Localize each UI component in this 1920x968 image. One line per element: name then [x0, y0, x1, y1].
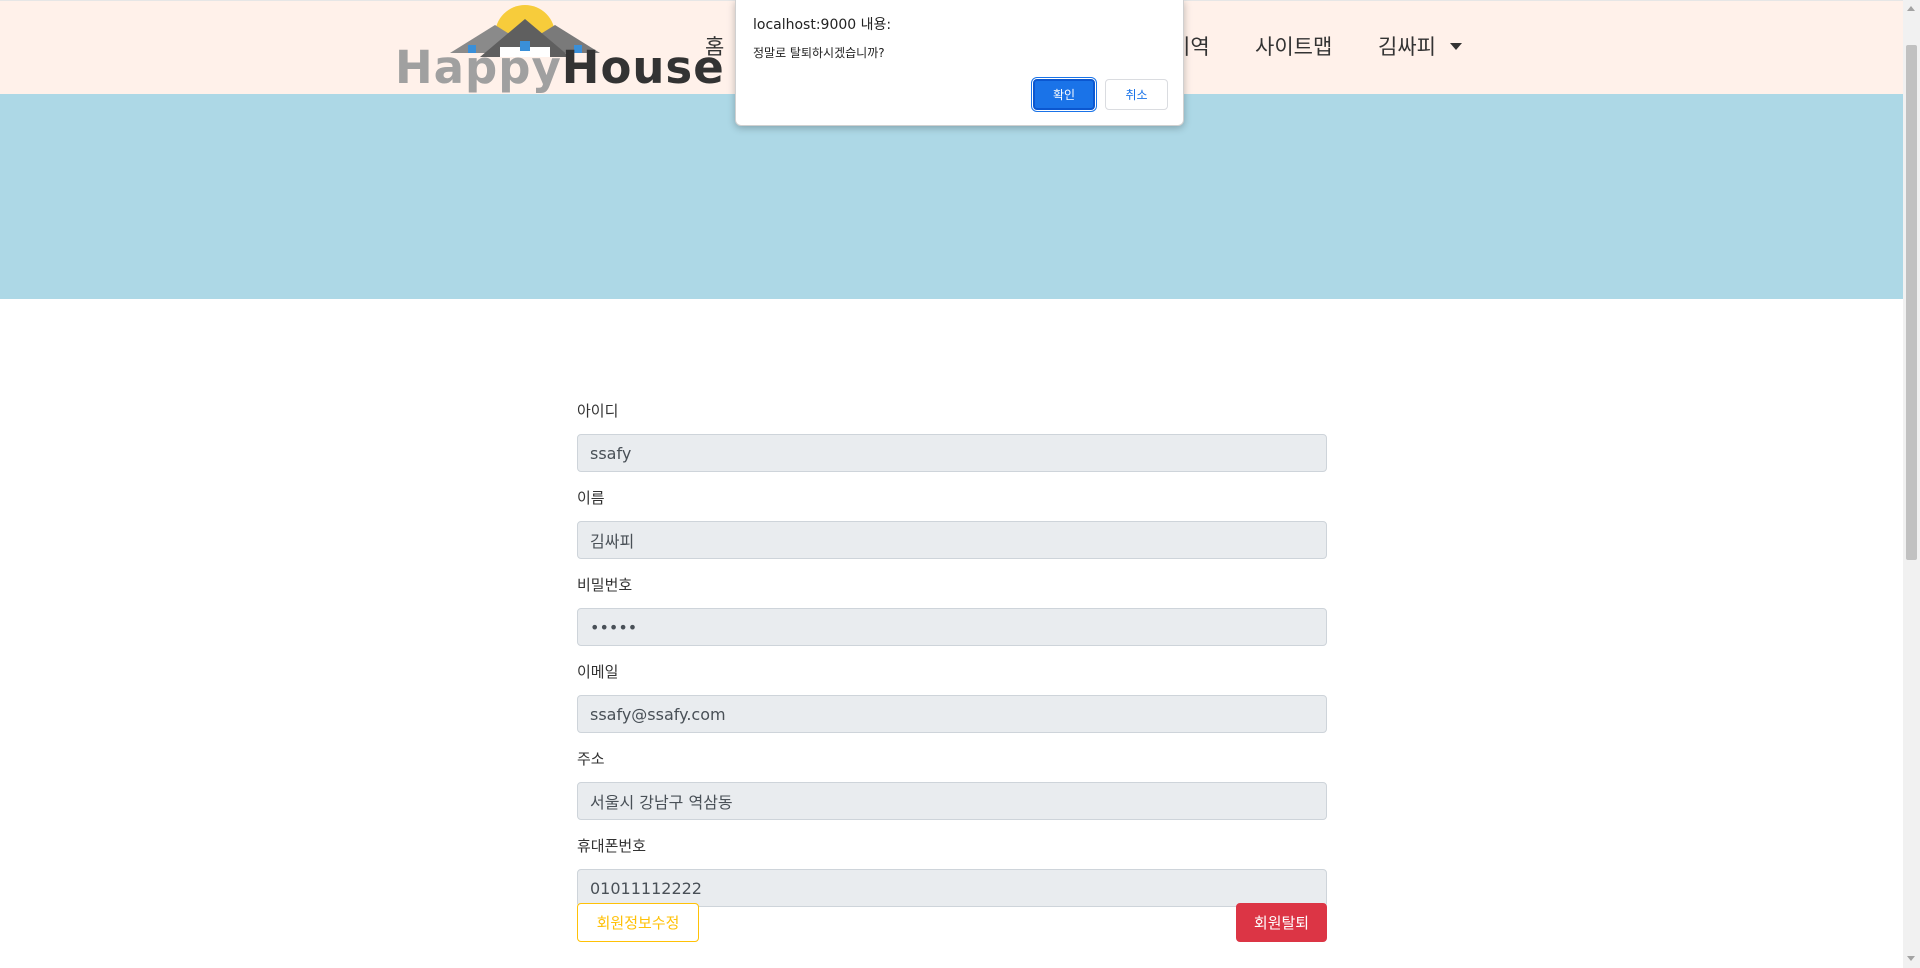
field-email: 이메일 [577, 661, 1327, 733]
dialog-title: localhost:9000 내용: [753, 17, 892, 33]
user-name: 김싸피 [1378, 35, 1436, 59]
field-password: 비밀번호 [577, 574, 1327, 646]
page-scrollbar[interactable] [1903, 0, 1920, 968]
field-label: 아이디 [577, 402, 619, 420]
member-info-form: 아이디 이름 비밀번호 이메일 주소 휴대폰번호 [577, 400, 1327, 922]
field-label: 비밀번호 [577, 576, 633, 594]
field-phone: 휴대폰번호 [577, 835, 1327, 907]
nav-sitemap[interactable]: 사이트맵 [1255, 31, 1332, 61]
password-input[interactable] [577, 608, 1327, 646]
email-input[interactable] [577, 695, 1327, 733]
edit-member-button[interactable]: 회원정보수정 [577, 903, 699, 942]
nav-user-menu[interactable]: 김싸피 [1378, 31, 1462, 61]
field-id: 아이디 [577, 400, 1327, 472]
id-input[interactable] [577, 434, 1327, 472]
field-label: 이름 [577, 489, 605, 507]
name-input[interactable] [577, 521, 1327, 559]
field-label: 휴대폰번호 [577, 837, 647, 855]
address-input[interactable] [577, 782, 1327, 820]
confirm-dialog: localhost:9000 내용: 정말로 탈퇴하시겠습니까? 확인 취소 [735, 0, 1184, 126]
logo-text: HappyHouse [395, 41, 725, 94]
dialog-cancel-button[interactable]: 취소 [1105, 79, 1168, 110]
phone-input[interactable] [577, 869, 1327, 907]
scroll-down-arrow-icon[interactable] [1907, 956, 1915, 961]
field-address: 주소 [577, 748, 1327, 820]
dialog-ok-button[interactable]: 확인 [1031, 77, 1097, 112]
field-name: 이름 [577, 487, 1327, 559]
caret-down-icon [1449, 43, 1462, 50]
field-label: 주소 [577, 750, 605, 768]
dialog-message: 정말로 탈퇴하시겠습니까? [753, 46, 885, 60]
scroll-thumb[interactable] [1906, 45, 1917, 560]
happyhouse-logo[interactable]: HappyHouse [395, 5, 724, 94]
field-label: 이메일 [577, 663, 619, 681]
scroll-up-arrow-icon[interactable] [1907, 6, 1915, 11]
nav-home[interactable]: 홈 [705, 31, 724, 61]
withdraw-member-button[interactable]: 회원탈퇴 [1236, 903, 1327, 942]
